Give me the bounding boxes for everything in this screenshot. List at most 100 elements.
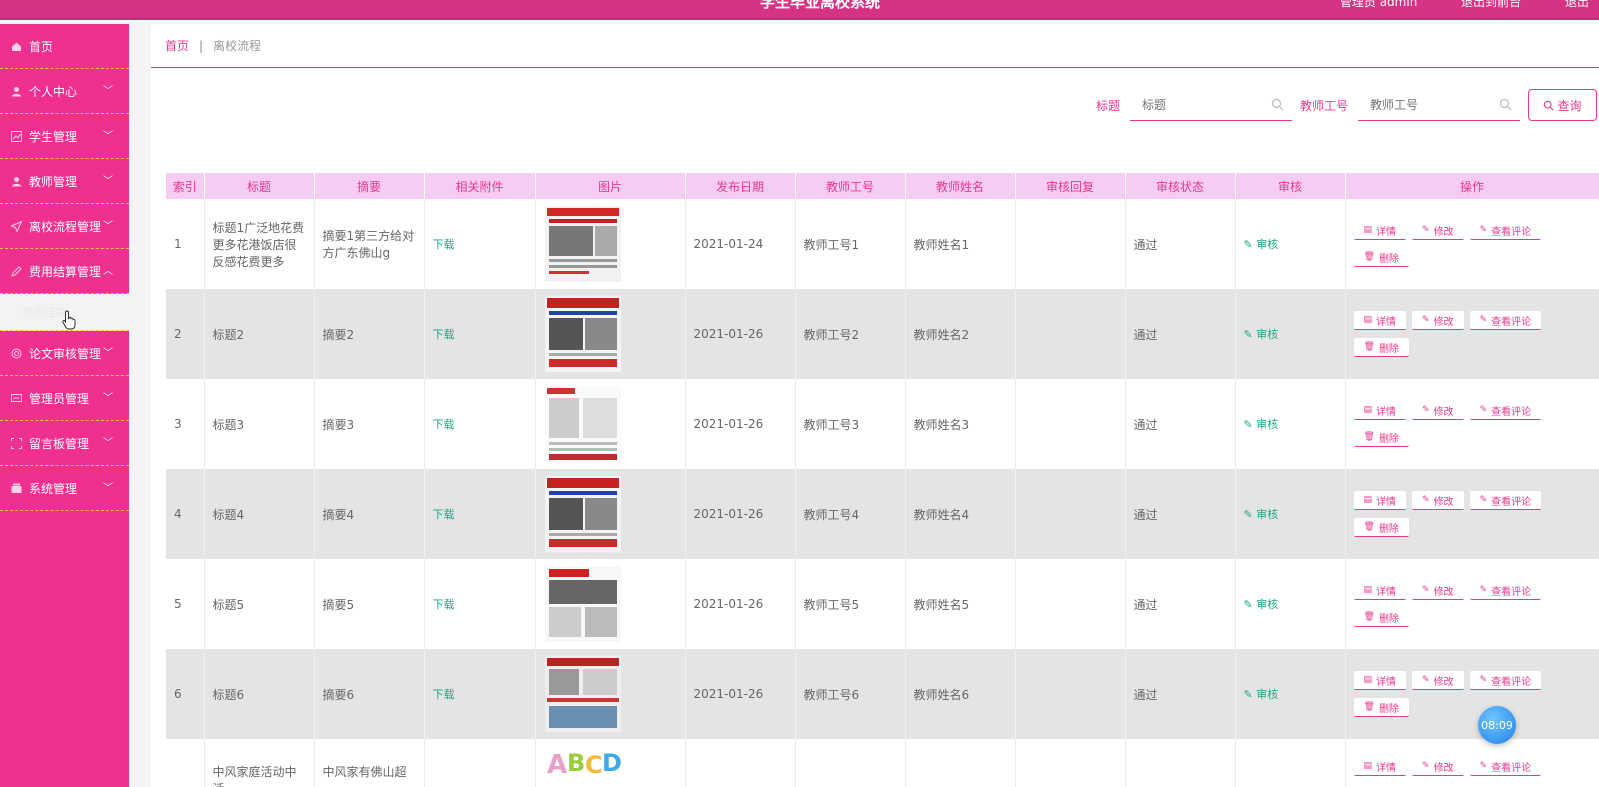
review-label: 审核	[1256, 328, 1279, 341]
sidebar-item-fees[interactable]: 费用结算管理 ︿	[0, 249, 129, 294]
edit-button[interactable]: ✎ 修改	[1412, 581, 1464, 600]
edit-button[interactable]: ✎ 修改	[1412, 401, 1464, 420]
cell-date: 2021-01-26	[685, 379, 796, 469]
newspaper-thumbnail[interactable]	[544, 296, 621, 372]
sidebar-item-label: 管理员管理	[29, 391, 90, 406]
edit-button[interactable]: ✎ 修改	[1412, 491, 1464, 510]
view-comments-button[interactable]: ✎ 查看评论	[1469, 757, 1542, 776]
sidebar-item-thesis-review[interactable]: 论文审核管理 ﹀	[0, 331, 129, 376]
title-search-input[interactable]	[1129, 89, 1292, 120]
sidebar-item-leave-process[interactable]: 离校流程管理 ﹀	[0, 204, 129, 249]
cell-index: 5	[166, 559, 205, 649]
action-label: 修改	[1433, 496, 1454, 508]
view-comments-button[interactable]: ✎ 查看评论	[1469, 671, 1542, 690]
action-label: 详情	[1376, 676, 1397, 688]
view-comments-button[interactable]: ✎ 查看评论	[1469, 491, 1542, 510]
pencil-icon: ✎	[1422, 315, 1430, 325]
review-button[interactable]: ✎ 审核	[1244, 238, 1279, 251]
cell-image	[535, 199, 686, 289]
row-actions: ▤ 详情 ✎ 修改 ✎ 查看评论 🗑 删除	[1353, 397, 1554, 451]
pencil-icon: ✎	[1422, 495, 1430, 505]
newspaper-thumbnail[interactable]	[544, 566, 621, 642]
view-comments-button[interactable]: ✎ 查看评论	[1469, 581, 1542, 600]
review-button[interactable]: ✎ 审核	[1244, 418, 1279, 431]
logout-link[interactable]: 退出	[1565, 0, 1589, 9]
newspaper-thumbnail[interactable]	[544, 656, 621, 732]
breadcrumb-current: 离校流程	[213, 39, 262, 53]
newspaper-thumbnail[interactable]	[544, 386, 621, 462]
download-link[interactable]: 下载	[433, 508, 455, 521]
detail-button[interactable]: ▤ 详情	[1353, 581, 1407, 600]
pencil-icon: ✎	[1422, 585, 1430, 595]
user-icon	[10, 175, 22, 187]
delete-button[interactable]: 🗑 删除	[1353, 698, 1409, 717]
action-label: 删除	[1378, 253, 1399, 265]
cell-image	[535, 469, 686, 559]
sidebar-item-system[interactable]: 系统管理 ﹀	[0, 466, 129, 511]
download-link[interactable]: 下载	[433, 238, 455, 251]
svg-text:D: D	[602, 749, 621, 777]
detail-button[interactable]: ▤ 详情	[1353, 757, 1407, 776]
action-label: 查看评论	[1491, 762, 1532, 774]
delete-button[interactable]: 🗑 删除	[1353, 518, 1409, 537]
search-icon	[1544, 100, 1555, 111]
sidebar-item-teachers[interactable]: 教师管理 ﹀	[0, 159, 129, 204]
abcd-thumbnail[interactable]: ABCD	[545, 743, 621, 779]
detail-button[interactable]: ▤ 详情	[1353, 401, 1407, 420]
query-button[interactable]: 查询	[1528, 89, 1597, 121]
cell-actions: ▤ 详情 ✎ 修改 ✎ 查看评论 🗑 删除	[1345, 379, 1599, 469]
pencil-icon: ✎	[1422, 761, 1430, 771]
trash-icon: 🗑	[1363, 612, 1375, 622]
chevron-down-icon: ﹀	[103, 176, 113, 187]
document-icon: ▤	[1363, 225, 1373, 235]
view-comments-button[interactable]: ✎ 查看评论	[1469, 311, 1542, 330]
pencil-icon: ✎	[1243, 418, 1257, 431]
sidebar-item-admins[interactable]: 管理员管理 ﹀	[0, 376, 129, 421]
cell-date: 2021-01-26	[685, 289, 796, 379]
sidebar-item-profile[interactable]: 个人中心 ﹀	[0, 69, 129, 114]
edit-button[interactable]: ✎ 修改	[1412, 221, 1464, 240]
admin-link[interactable]: 管理员 admin	[1340, 0, 1417, 9]
edit-button[interactable]: ✎ 修改	[1412, 757, 1464, 776]
review-button[interactable]: ✎ 审核	[1244, 328, 1279, 341]
detail-button[interactable]: ▤ 详情	[1353, 671, 1407, 690]
cell-teacher-name: 教师姓名3	[905, 379, 1016, 469]
delete-button[interactable]: 🗑 删除	[1353, 608, 1409, 627]
sidebar-item-home[interactable]: 首页	[0, 24, 129, 69]
cell-review-reply	[1015, 199, 1126, 289]
floating-clock-badge[interactable]: 08:09	[1478, 706, 1516, 744]
row-actions: ▤ 详情 ✎ 修改 ✎ 查看评论	[1353, 753, 1554, 780]
breadcrumb-home[interactable]: 首页	[165, 37, 189, 54]
chevron-down-icon: ﹀	[103, 221, 113, 232]
teacher-id-search-input[interactable]	[1358, 89, 1520, 120]
download-link[interactable]: 下载	[433, 688, 455, 701]
delete-button[interactable]: 🗑 删除	[1353, 338, 1409, 357]
delete-button[interactable]: 🗑 删除	[1353, 248, 1409, 267]
review-button[interactable]: ✎ 审核	[1244, 508, 1279, 521]
detail-button[interactable]: ▤ 详情	[1353, 221, 1407, 240]
review-button[interactable]: ✎ 审核	[1244, 598, 1279, 611]
review-button[interactable]: ✎ 审核	[1244, 688, 1279, 701]
cell-summary: 摘要4	[314, 469, 425, 559]
download-link[interactable]: 下载	[433, 328, 455, 341]
detail-button[interactable]: ▤ 详情	[1353, 491, 1407, 510]
cell-image	[535, 289, 686, 379]
newspaper-thumbnail[interactable]	[544, 476, 621, 552]
edit-button[interactable]: ✎ 修改	[1412, 671, 1464, 690]
newspaper-thumbnail[interactable]	[544, 206, 621, 282]
download-link[interactable]: 下载	[433, 598, 455, 611]
action-label: 删除	[1378, 523, 1399, 535]
download-link[interactable]: 下载	[433, 418, 455, 431]
breadcrumb: 首页 | 离校流程	[151, 24, 1599, 68]
review-label: 审核	[1256, 508, 1279, 521]
delete-button[interactable]: 🗑 删除	[1353, 428, 1409, 447]
edit-button[interactable]: ✎ 修改	[1412, 311, 1464, 330]
frontend-link[interactable]: 退出到前台	[1461, 0, 1521, 9]
detail-button[interactable]: ▤ 详情	[1353, 311, 1407, 330]
cell-image	[535, 559, 686, 649]
sidebar-item-students[interactable]: 学生管理 ﹀	[0, 114, 129, 159]
view-comments-button[interactable]: ✎ 查看评论	[1469, 221, 1542, 240]
view-comments-button[interactable]: ✎ 查看评论	[1469, 401, 1542, 420]
sidebar-item-message-board[interactable]: 留言板管理 ﹀	[0, 421, 129, 466]
main-content: 首页 | 离校流程 标题 教师工号 查询 索引 标题 摘要 相关附件	[151, 24, 1599, 787]
